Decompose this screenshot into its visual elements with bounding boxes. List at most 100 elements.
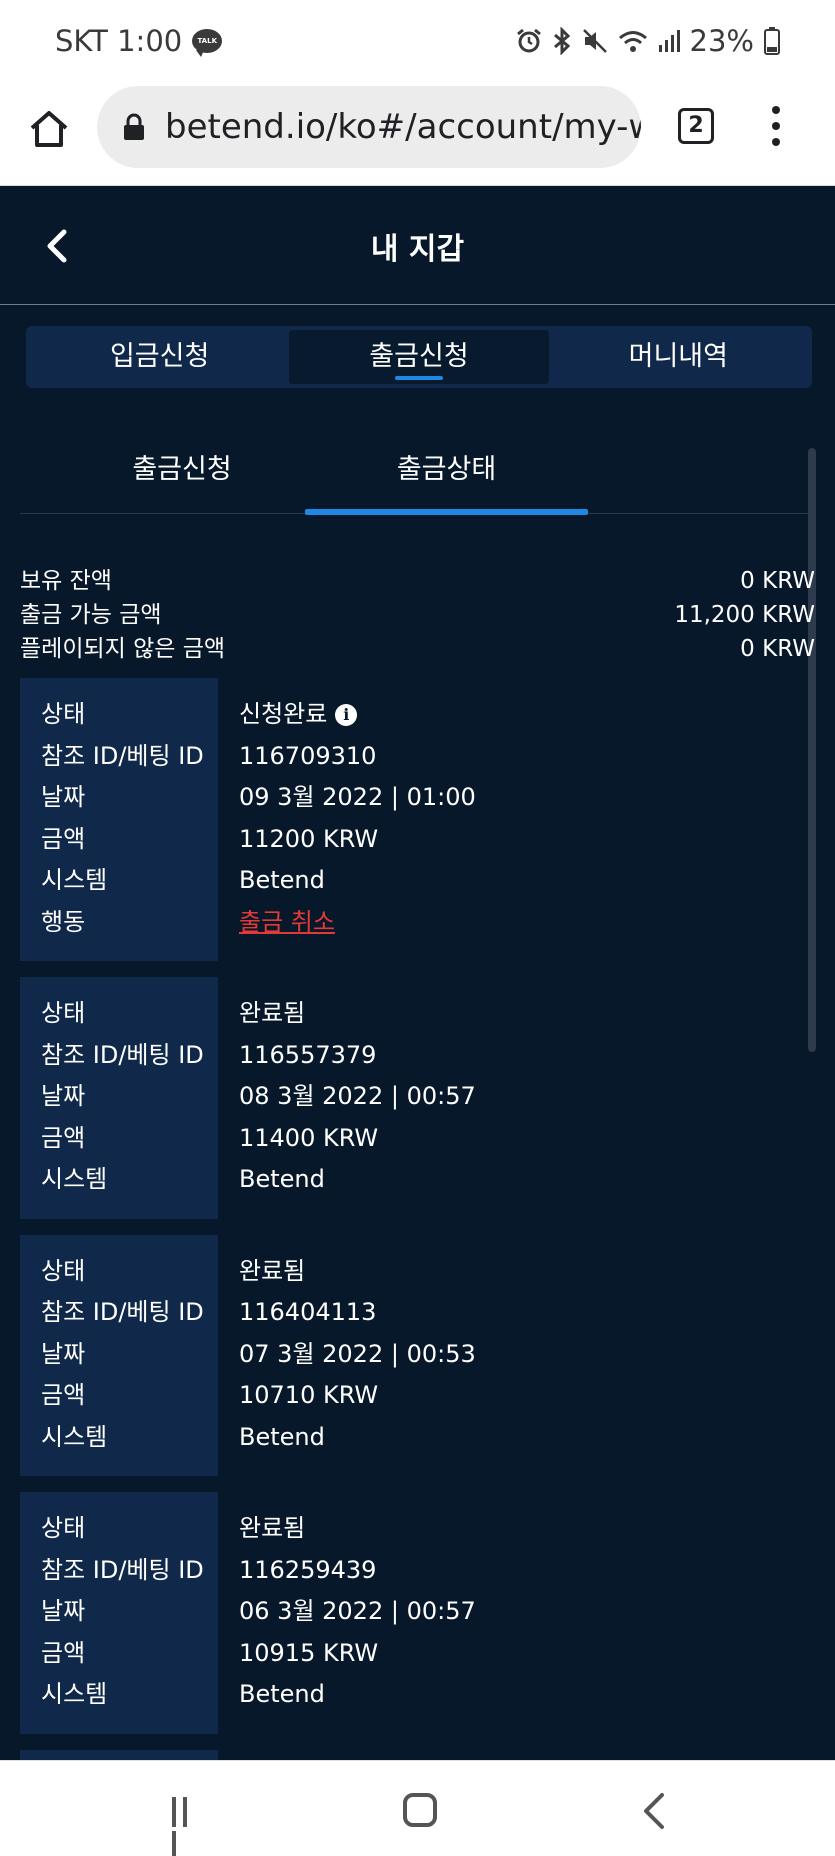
lock-icon xyxy=(124,113,144,140)
date-value: 08 3월 2022 | 00:57 xyxy=(239,1082,476,1110)
amount-label: 금액 xyxy=(41,1381,86,1409)
ref-id-value: 116557379 xyxy=(239,1040,377,1069)
record-values: 신청완료 i 116709310 09 3월 2022 | 01:00 11200… xyxy=(218,678,815,961)
info-icon[interactable]: i xyxy=(335,704,358,726)
ref-id-label: 참조 ID/베팅 ID xyxy=(41,1555,204,1584)
subtab-withdraw-status[interactable]: 출금상태 xyxy=(305,446,588,515)
status-label: 상태 xyxy=(41,1256,86,1285)
date-value: 09 3월 2022 | 01:00 xyxy=(239,783,476,811)
status-label: 상태 xyxy=(41,700,86,728)
sub-tab-bar: 출금신청 출금상태 xyxy=(20,446,815,515)
date-label: 날짜 xyxy=(41,783,86,811)
signal-icon xyxy=(658,30,680,52)
held-balance-label: 보유 잔액 xyxy=(20,568,112,594)
system-label: 시스템 xyxy=(41,1680,108,1708)
url-text: betend.io/ko#/account/my-wallet xyxy=(165,107,641,147)
system-value: Betend xyxy=(239,1422,325,1451)
status-bar: SKT 1:00 TALK 23% xyxy=(0,0,835,86)
amount-value: 10915 KRW xyxy=(239,1638,379,1667)
browser-menu-icon[interactable] xyxy=(768,106,784,150)
balance-summary: 보유 잔액 0 KRW 출금 가능 금액 11,200 KRW 플레이되지 않은… xyxy=(20,564,815,666)
address-bar[interactable]: betend.io/ko#/account/my-wallet xyxy=(97,86,641,168)
unplayed-label: 플레이되지 않은 금액 xyxy=(20,636,226,662)
record-values: 완료됨 116404113 07 3월 2022 | 00:53 10710 K… xyxy=(218,1235,815,1477)
date-value: 06 3월 2022 | 00:57 xyxy=(239,1597,476,1625)
withdrawal-record: 상태 참조 ID/베팅 ID 날짜 금액 시스템 완료됨 116404113 0… xyxy=(20,1234,815,1477)
withdrawal-record: 상태 참조 ID/베팅 ID 날짜 금액 시스템 행동 신청완료 i 116709… xyxy=(20,678,815,961)
status-value: 완료됨 xyxy=(239,1514,306,1542)
battery-icon xyxy=(764,27,780,55)
wallet-page: 내 지갑 입금신청 출금신청 머니내역 출금신청 출금상태 보유 잔액 0 KR… xyxy=(0,186,835,1760)
carrier-time-group: SKT 1:00 TALK xyxy=(55,24,223,58)
date-value: 07 3월 2022 | 00:53 xyxy=(239,1339,476,1368)
page-title: 내 지갑 xyxy=(370,232,465,267)
status-value: 완료됨 xyxy=(239,1256,306,1285)
unplayed-value: 0 KRW xyxy=(740,636,815,662)
screen: SKT 1:00 TALK 23% betend.io/ko#/account/… xyxy=(0,0,835,1856)
action-value: 출금 취소 xyxy=(239,906,815,948)
system-label: 시스템 xyxy=(41,1165,108,1193)
system-value: Betend xyxy=(239,1165,325,1193)
date-label: 날짜 xyxy=(41,1597,86,1625)
record-labels: 상태 참조 ID/베팅 ID 날짜 금액 시스템 행동 xyxy=(20,678,218,961)
date-label: 날짜 xyxy=(41,1339,86,1368)
tab-withdraw[interactable]: 출금신청 xyxy=(289,330,549,384)
withdrawal-record: 상태 참조 ID/베팅 ID 날짜 금액 시스템 완료됨 116259439 0… xyxy=(20,1492,815,1734)
tab-deposit[interactable]: 입금신청 xyxy=(30,330,289,384)
ref-id-label: 참조 ID/베팅 ID xyxy=(41,1040,204,1069)
withdrawal-records: 상태 참조 ID/베팅 ID 날짜 금액 시스템 행동 신청완료 i 116709… xyxy=(20,678,815,1760)
status-icons: 23% xyxy=(516,24,780,58)
withdrawable-row: 출금 가능 금액 11,200 KRW xyxy=(20,598,815,632)
status-value: 신청완료 i xyxy=(239,698,815,740)
home-button-icon[interactable] xyxy=(403,1793,437,1827)
bluetooth-icon xyxy=(553,27,570,55)
amount-label: 금액 xyxy=(41,1638,86,1667)
system-label: 시스템 xyxy=(41,1422,108,1451)
main-tab-bar: 입금신청 출금신청 머니내역 xyxy=(26,326,812,388)
withdrawal-record: 상태 참조 ID/베팅 ID 날짜 금액 시스템 완료됨 116557379 0… xyxy=(20,977,815,1219)
status-label: 상태 xyxy=(41,999,86,1027)
action-label: 행동 xyxy=(41,907,86,936)
browser-toolbar: betend.io/ko#/account/my-wallet 2 xyxy=(0,86,835,186)
wifi-icon xyxy=(618,31,647,52)
subtab-withdraw-request[interactable]: 출금신청 xyxy=(42,446,322,514)
held-balance-value: 0 KRW xyxy=(740,568,815,594)
carrier-time: SKT 1:00 xyxy=(55,24,183,58)
tab-switcher-button[interactable]: 2 xyxy=(678,108,714,144)
system-value: Betend xyxy=(239,1680,325,1708)
amount-value: 10710 KRW xyxy=(239,1381,379,1409)
page-header: 내 지갑 xyxy=(0,186,835,305)
battery-percent: 23% xyxy=(689,24,754,58)
record-values: 완료됨 116259439 06 3월 2022 | 00:57 10915 K… xyxy=(218,1492,815,1734)
system-navigation-bar xyxy=(0,1760,835,1856)
date-label: 날짜 xyxy=(41,1082,86,1110)
ref-id-value: 116259439 xyxy=(239,1555,377,1584)
cancel-withdrawal-link[interactable]: 출금 취소 xyxy=(239,908,335,936)
ref-id-label: 참조 ID/베팅 ID xyxy=(41,741,204,770)
ref-id-value: 116709310 xyxy=(239,741,377,770)
withdrawable-value: 11,200 KRW xyxy=(674,602,815,628)
status-value: 완료됨 xyxy=(239,999,306,1027)
withdrawable-label: 출금 가능 금액 xyxy=(20,602,162,628)
system-label: 시스템 xyxy=(41,866,108,894)
held-balance-row: 보유 잔액 0 KRW xyxy=(20,564,815,598)
ref-id-label: 참조 ID/베팅 ID xyxy=(41,1298,204,1326)
status-text: 신청완료 xyxy=(239,700,328,728)
home-icon[interactable] xyxy=(28,108,70,150)
ref-id-value: 116404113 xyxy=(239,1298,377,1326)
record-labels: 상태 참조 ID/베팅 ID 날짜 금액 시스템 xyxy=(20,1492,218,1734)
mute-icon xyxy=(582,29,607,53)
record-labels: 상태 참조 ID/베팅 ID 날짜 금액 시스템 xyxy=(20,977,218,1219)
unplayed-row: 플레이되지 않은 금액 0 KRW xyxy=(20,632,815,666)
recent-apps-icon[interactable] xyxy=(172,1797,202,1856)
amount-label: 금액 xyxy=(41,1123,86,1152)
amount-value: 11200 KRW xyxy=(239,824,379,853)
withdrawal-record-partial xyxy=(20,1749,218,1760)
tab-money-history[interactable]: 머니내역 xyxy=(549,330,808,384)
kakaotalk-icon: TALK xyxy=(192,29,223,57)
alarm-icon xyxy=(516,28,541,53)
system-value: Betend xyxy=(239,866,325,894)
record-values: 완료됨 116557379 08 3월 2022 | 00:57 11400 K… xyxy=(218,977,815,1219)
record-labels: 상태 참조 ID/베팅 ID 날짜 금액 시스템 xyxy=(20,1234,218,1476)
system-back-icon[interactable] xyxy=(640,1791,668,1831)
